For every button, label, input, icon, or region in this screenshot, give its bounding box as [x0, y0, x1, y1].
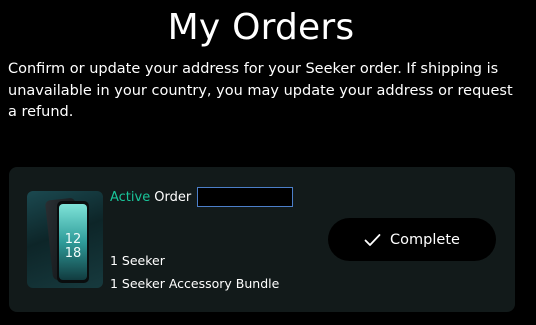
- svg-text:18: 18: [65, 246, 82, 261]
- intro-text: Confirm or update your address for your …: [8, 61, 513, 120]
- order-label: Order: [154, 189, 192, 205]
- order-card: 12 18 Active Order 1 Seeker 1 Seeker Acc…: [9, 167, 515, 312]
- check-icon: [364, 233, 381, 247]
- seeker-phone-image: 12 18: [27, 191, 103, 288]
- order-item-seeker: 1 Seeker: [110, 253, 165, 268]
- my-orders-page: My Orders Confirm or update your address…: [0, 0, 536, 325]
- svg-text:12: 12: [65, 232, 82, 247]
- order-number-input[interactable]: [197, 187, 294, 207]
- complete-button-label: Complete: [390, 231, 460, 248]
- page-title: My Orders: [167, 7, 355, 48]
- complete-button[interactable]: Complete: [328, 218, 496, 261]
- order-status-label: Active: [110, 189, 151, 205]
- order-header: Active Order: [110, 185, 294, 209]
- order-item-accessory-bundle: 1 Seeker Accessory Bundle: [110, 276, 280, 291]
